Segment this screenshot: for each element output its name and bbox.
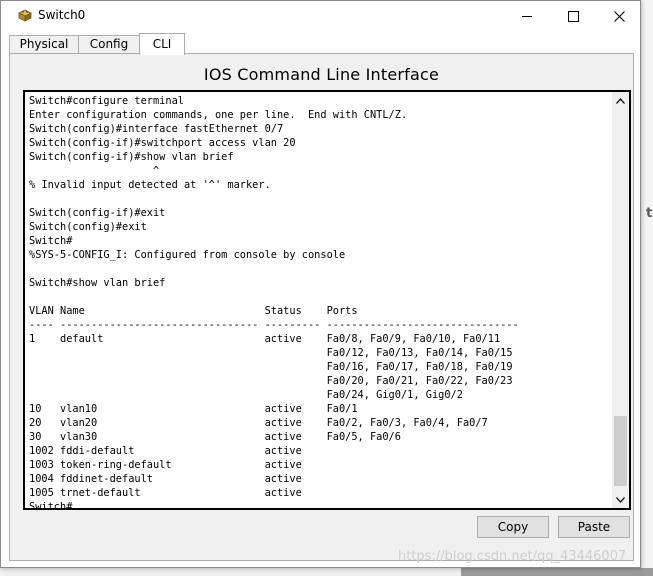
paste-button[interactable]: Paste — [558, 516, 630, 538]
close-button[interactable] — [596, 1, 642, 31]
switch-app-icon — [17, 8, 33, 27]
maximize-icon — [567, 10, 579, 22]
background-window-strip — [641, 0, 653, 576]
background-text-fragment: t — [646, 206, 653, 221]
scrollbar-thumb[interactable] — [614, 416, 627, 486]
tab-cli[interactable]: CLI — [139, 33, 185, 55]
maximize-button[interactable] — [550, 1, 596, 31]
terminal-output: Switch#configure terminal Enter configur… — [29, 95, 519, 510]
chevron-up-icon — [616, 97, 625, 104]
scroll-up-arrow[interactable] — [612, 92, 629, 109]
chevron-down-icon — [616, 496, 625, 503]
minimize-icon — [521, 15, 532, 17]
window-title: Switch0 — [38, 8, 86, 22]
close-icon — [613, 10, 625, 22]
panel-title: IOS Command Line Interface — [203, 65, 440, 84]
switch-cli-window: Switch0 Physical Config CLI IOS Command … — [0, 0, 641, 568]
cli-terminal[interactable]: Switch#configure terminal Enter configur… — [23, 90, 631, 510]
background-window-edge — [461, 568, 653, 576]
cli-panel: IOS Command Line Interface Switch#config… — [9, 53, 634, 561]
tab-physical[interactable]: Physical — [9, 35, 79, 54]
copy-button[interactable]: Copy — [477, 516, 549, 538]
minimize-button[interactable] — [504, 1, 550, 31]
scroll-down-arrow[interactable] — [612, 491, 629, 508]
title-bar[interactable]: Switch0 — [1, 1, 640, 32]
tab-config[interactable]: Config — [78, 35, 140, 54]
watermark-text: https://blog.csdn.net/qq_43446007 — [398, 549, 627, 564]
terminal-scrollbar[interactable] — [612, 92, 629, 508]
